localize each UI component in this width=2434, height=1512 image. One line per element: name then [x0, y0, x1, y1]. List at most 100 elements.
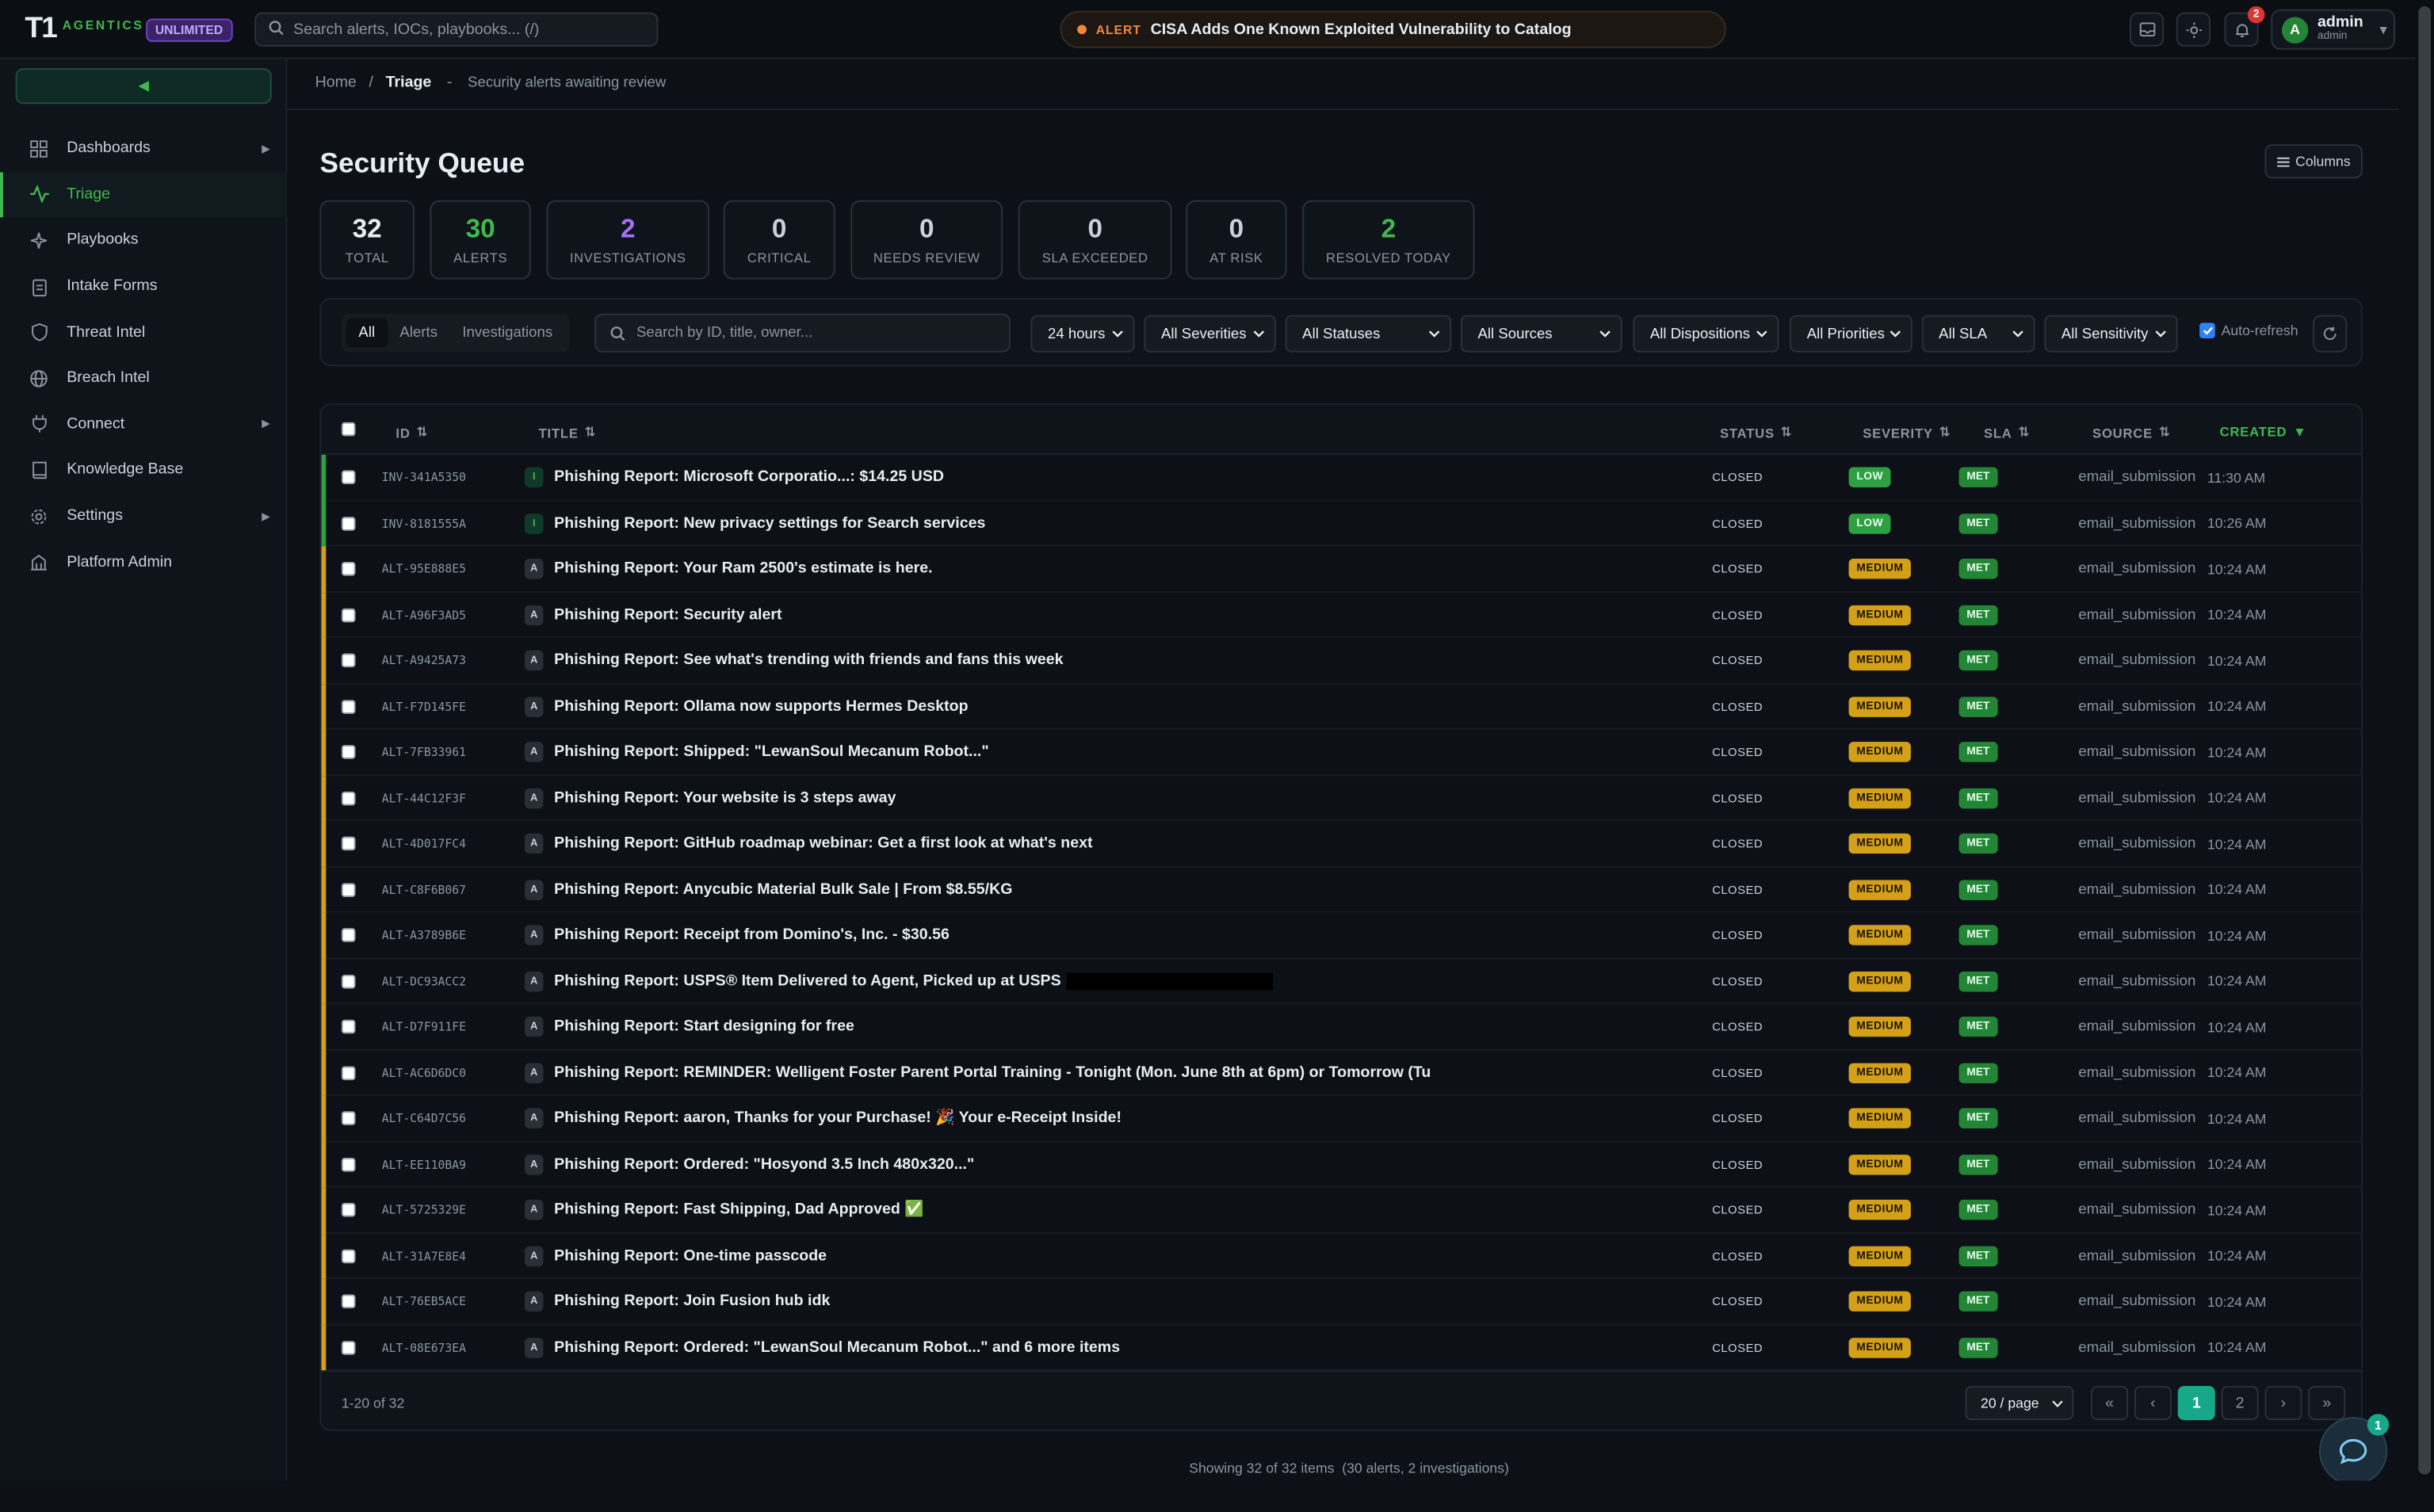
row-title[interactable]: Phishing Report: See what's trending wit… [554, 638, 1063, 684]
row-id[interactable]: ALT-95E888E5 [382, 546, 466, 592]
scrollbar-thumb[interactable] [2418, 6, 2432, 1475]
row-checkbox[interactable] [341, 1294, 356, 1309]
row-id[interactable]: INV-341A5350 [382, 455, 466, 501]
sidebar-item-dashboards[interactable]: Dashboards ▶ [0, 126, 287, 172]
row-title[interactable]: Phishing Report: New privacy settings fo… [554, 501, 985, 547]
filter-all-sla[interactable]: All SLA [1921, 315, 2035, 353]
row-id[interactable]: ALT-A9425A73 [382, 638, 466, 684]
row-checkbox[interactable] [341, 928, 356, 942]
alert-banner[interactable]: ALERT CISA Adds One Known Exploited Vuln… [1060, 10, 1726, 48]
header-created[interactable]: CREATED ▼ [2220, 424, 2307, 440]
row-checkbox[interactable] [341, 516, 356, 530]
first-page-button[interactable]: « [2091, 1385, 2129, 1421]
row-id[interactable]: ALT-EE110BA9 [382, 1141, 466, 1187]
table-search[interactable] [594, 313, 1011, 353]
filter-all-dispositions[interactable]: All Dispositions [1633, 315, 1779, 353]
row-checkbox[interactable] [341, 1157, 356, 1171]
table-row[interactable]: ALT-95E888E5 A Phishing Report: Your Ram 2… [321, 546, 2361, 593]
stat-critical[interactable]: 0 CRITICAL [723, 200, 835, 280]
logo[interactable]: T1 AGENTICS [25, 13, 143, 47]
sidebar-item-platform-admin[interactable]: Platform Admin [0, 539, 287, 585]
sidebar-collapse-button[interactable]: ◀ [15, 68, 272, 105]
stat-investigations[interactable]: 2 INVESTIGATIONS [546, 200, 710, 280]
row-checkbox[interactable] [341, 973, 356, 988]
auto-refresh-toggle[interactable]: Auto-refresh [2199, 323, 2298, 338]
table-row[interactable]: ALT-7FB33961 A Phishing Report: Shipped: "… [321, 729, 2361, 776]
table-row[interactable]: ALT-4D017FC4 A Phishing Report: GitHub roa… [321, 821, 2361, 867]
stat-needs-review[interactable]: 0 NEEDS REVIEW [850, 200, 1003, 280]
row-title[interactable]: Phishing Report: Shipped: "LewanSoul Mec… [554, 729, 988, 775]
table-row[interactable]: ALT-EE110BA9 A Phishing Report: Ordered: "… [321, 1141, 2361, 1188]
header-id[interactable]: ID ⇅ [395, 424, 428, 441]
stat-sla-exceeded[interactable]: 0 SLA EXCEEDED [1018, 200, 1172, 280]
row-id[interactable]: ALT-D7F911FE [382, 1004, 466, 1050]
refresh-button[interactable] [2313, 315, 2348, 353]
table-row[interactable]: ALT-44C12F3F A Phishing Report: Your websi… [321, 775, 2361, 822]
auto-refresh-checkbox[interactable] [2199, 323, 2215, 338]
filter-all-sensitivity[interactable]: All Sensitivity [2044, 315, 2178, 353]
row-checkbox[interactable] [341, 470, 356, 485]
row-title[interactable]: Phishing Report: Your website is 3 steps… [554, 775, 896, 821]
user-menu[interactable]: A admin admin ▼ [2271, 9, 2395, 50]
filter-all-severities[interactable]: All Severities [1144, 315, 1276, 353]
table-row[interactable]: ALT-F7D145FE A Phishing Report: Ollama now… [321, 683, 2361, 730]
sidebar-item-connect[interactable]: Connect ▶ [0, 401, 287, 447]
row-id[interactable]: ALT-A3789B6E [382, 913, 466, 959]
table-row[interactable]: ALT-C64D7C56 A Phishing Report: aaron, Tha… [321, 1095, 2361, 1142]
row-title[interactable]: Phishing Report: Anycubic Material Bulk … [554, 867, 1012, 913]
row-checkbox[interactable] [341, 1065, 356, 1080]
table-row[interactable]: ALT-31A7E8E4 A Phishing Report: One-time p… [321, 1233, 2361, 1279]
row-id[interactable]: ALT-5725329E [382, 1187, 466, 1233]
segment-all[interactable]: All [346, 318, 388, 348]
row-checkbox[interactable] [341, 561, 356, 576]
row-id[interactable]: ALT-76EB5ACE [382, 1279, 466, 1325]
row-title[interactable]: Phishing Report: GitHub roadmap webinar:… [554, 821, 1092, 867]
table-search-input[interactable] [636, 324, 994, 342]
table-row[interactable]: ALT-A96F3AD5 A Phishing Report: Security a… [321, 592, 2361, 638]
sidebar-item-settings[interactable]: Settings ▶ [0, 493, 287, 539]
page-2-button[interactable]: 2 [2221, 1385, 2259, 1421]
row-checkbox[interactable] [341, 745, 356, 759]
row-title[interactable]: Phishing Report: Ollama now supports Her… [554, 684, 968, 730]
prev-page-button[interactable]: ‹ [2134, 1385, 2172, 1421]
row-id[interactable]: ALT-7FB33961 [382, 729, 466, 775]
sidebar-item-breach-intel[interactable]: Breach Intel [0, 355, 287, 401]
next-page-button[interactable]: › [2264, 1385, 2302, 1421]
segment-alerts[interactable]: Alerts [388, 318, 450, 347]
per-page-select[interactable]: 20 / page [1965, 1385, 2074, 1421]
filter-all-priorities[interactable]: All Priorities [1790, 315, 1912, 353]
table-row[interactable]: ALT-DC93ACC2 A Phishing Report: USPS® Item… [321, 958, 2361, 1005]
stat-at-risk[interactable]: 0 AT RISK [1186, 200, 1287, 280]
inbox-button[interactable] [2130, 12, 2165, 47]
header-sla[interactable]: SLA ⇅ [1984, 424, 2030, 441]
stat-resolved-today[interactable]: 2 RESOLVED TODAY [1302, 200, 1475, 280]
row-title[interactable]: Phishing Report: Microsoft Corporatio...… [554, 455, 944, 501]
sidebar-item-playbooks[interactable]: Playbooks [0, 218, 287, 264]
columns-button[interactable]: Columns [2264, 144, 2363, 179]
row-title[interactable]: Phishing Report: aaron, Thanks for your … [554, 1096, 1121, 1142]
row-title[interactable]: Phishing Report: Your Ram 2500's estimat… [554, 546, 932, 592]
stat-total[interactable]: 32 TOTAL [319, 200, 415, 280]
table-row[interactable]: ALT-76EB5ACE A Phishing Report: Join Fusio… [321, 1278, 2361, 1325]
row-id[interactable]: ALT-AC6D6DC0 [382, 1050, 466, 1096]
sidebar-item-threat-intel[interactable]: Threat Intel [0, 309, 287, 355]
header-severity[interactable]: SEVERITY ⇅ [1863, 424, 1951, 441]
table-row[interactable]: ALT-C8F6B067 A Phishing Report: Anycubic M… [321, 866, 2361, 913]
row-checkbox[interactable] [341, 607, 356, 622]
row-title[interactable]: Phishing Report: Security alert [554, 592, 781, 638]
chat-button[interactable]: 1 [2318, 1414, 2390, 1481]
select-all-checkbox[interactable] [341, 422, 356, 437]
row-id[interactable]: ALT-44C12F3F [382, 775, 466, 821]
row-title[interactable]: Phishing Report: Ordered: "Hosyond 3.5 I… [554, 1141, 974, 1187]
row-title[interactable]: Phishing Report: Start designing for fre… [554, 1004, 854, 1050]
page-1-button[interactable]: 1 [2177, 1385, 2215, 1421]
row-checkbox[interactable] [341, 1248, 356, 1263]
table-row[interactable]: ALT-5725329E A Phishing Report: Fast Shipp… [321, 1187, 2361, 1234]
row-checkbox[interactable] [341, 1019, 356, 1034]
row-title[interactable]: Phishing Report: USPS® Item Delivered to… [554, 958, 1272, 1004]
row-id[interactable]: ALT-F7D145FE [382, 684, 466, 730]
scrollbar[interactable] [2415, 0, 2434, 1481]
row-checkbox[interactable] [341, 699, 356, 713]
global-search-input[interactable] [293, 21, 636, 38]
segment-investigations[interactable]: Investigations [450, 318, 565, 347]
